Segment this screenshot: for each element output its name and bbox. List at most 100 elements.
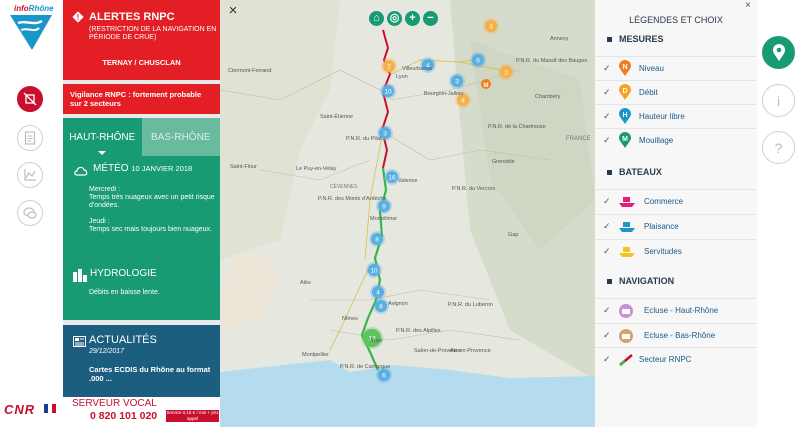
legend-label: Commerce xyxy=(644,197,684,206)
legend-item-commerce[interactable]: ✓ Commerce xyxy=(595,189,757,213)
check-icon[interactable]: ✓ xyxy=(603,111,611,122)
newspaper-icon xyxy=(73,336,86,347)
map-label-pnr-camargue: P.N.R. de Camargue xyxy=(340,364,390,370)
cluster-marker-blue-count: 8 xyxy=(375,237,379,244)
check-icon[interactable]: ✓ xyxy=(603,63,611,74)
news-title: ACTUALITÉS xyxy=(89,334,157,346)
legend-item-servitudes[interactable]: ✓ Servitudes xyxy=(595,239,757,263)
locate-icon[interactable]: ◎ xyxy=(387,11,402,26)
check-icon[interactable]: ✓ xyxy=(603,221,611,232)
legend-toggle-button[interactable] xyxy=(762,36,795,69)
secteur-rnpc-icon xyxy=(619,354,633,366)
measure-pin[interactable]: M xyxy=(481,79,491,89)
hydrology-title: HYDROLOGIE xyxy=(90,268,157,279)
debit-pin-icon: D xyxy=(619,84,631,100)
zoom-out-icon[interactable]: − xyxy=(423,11,438,26)
legend-item-debit[interactable]: ✓ D Débit xyxy=(595,80,757,104)
region-tabs: HAUT-RHÔNE BAS-RHÔNE xyxy=(63,118,220,156)
cluster-marker-blue-count: 10 xyxy=(384,89,392,96)
cluster-marker-orange-count: 4 xyxy=(461,98,465,105)
documents-button[interactable] xyxy=(17,125,43,151)
map-label-valence: Valence xyxy=(398,178,417,184)
legend-item-ecluse-bas[interactable]: ✓ Ecluse - Bas-Rhône xyxy=(595,323,757,347)
home-icon[interactable]: ⌂ xyxy=(369,11,384,26)
legend-item-mouillage[interactable]: ✓ M Mouillage xyxy=(595,128,757,152)
svg-text:H: H xyxy=(622,112,627,119)
legend-close-button[interactable]: × xyxy=(745,0,751,11)
legend-item-ecluse-haut[interactable]: ✓ Ecluse - Haut-Rhône xyxy=(595,298,757,322)
tab-bas-rhone[interactable]: BAS-RHÔNE xyxy=(141,118,220,156)
legend-label: Servitudes xyxy=(644,247,682,256)
voice-server-number[interactable]: 0 820 101 020 xyxy=(90,410,157,422)
news-text[interactable]: Cartes ECDIS du Rhône au format .000 ... xyxy=(89,365,219,383)
cluster-marker-orange-count: 3 xyxy=(504,70,508,77)
news-card[interactable]: ACTUALITÉS 29/12/2017 Cartes ECDIS du Rh… xyxy=(63,325,220,397)
map-label-avignon: Avignon xyxy=(388,301,408,307)
cluster-marker-blue-count: 9 xyxy=(382,204,386,211)
map-label-bourgoin: Bourgoin-Jallieu xyxy=(424,91,463,97)
legend-item-niveau[interactable]: ✓ N Niveau xyxy=(595,56,757,80)
svg-text:D: D xyxy=(622,88,627,95)
ecluse-haut-icon xyxy=(619,304,633,318)
voice-server-title: SERVEUR VOCAL xyxy=(72,398,157,409)
cluster-marker-orange-count: 3 xyxy=(489,24,493,31)
alert-subtitle: (RESTRICTION DE LA NAVIGATION EN PÉRIODE… xyxy=(89,26,217,41)
map-close-button[interactable]: × xyxy=(226,3,240,18)
legend-label: Ecluse - Haut-Rhône xyxy=(644,306,719,315)
map-label-pnr-bauges: P.N.R. du Massif des Bauges xyxy=(516,58,587,64)
zoom-in-icon[interactable]: + xyxy=(405,11,420,26)
hauteur-pin-icon: H xyxy=(619,108,631,124)
check-icon[interactable]: ✓ xyxy=(603,135,611,146)
app: infoRhône CNR ! ALERTES RNPC (RESTRICTIO… xyxy=(0,0,800,427)
map-label-aix: Aix-en-Provence xyxy=(450,348,491,354)
check-icon[interactable]: ✓ xyxy=(603,305,611,316)
svg-text:M: M xyxy=(484,83,489,89)
hydrology-bars-icon xyxy=(73,269,87,282)
cluster-marker-blue-count: 6 xyxy=(382,373,386,380)
check-icon[interactable]: ✓ xyxy=(603,196,611,207)
help-button[interactable]: ? xyxy=(762,131,795,164)
check-icon[interactable]: ✓ xyxy=(603,354,611,365)
help-icon: ? xyxy=(774,139,783,156)
alerts-button[interactable] xyxy=(17,86,43,112)
legend-item-plaisance[interactable]: ✓ Plaisance xyxy=(595,214,757,238)
right-rail: i ? xyxy=(757,0,800,427)
info-button[interactable]: i xyxy=(762,84,795,117)
map-label-pnr-alpilles: P.N.R. des Alpilles xyxy=(396,328,441,334)
chat-icon xyxy=(23,207,37,219)
cluster-marker-blue-count: 3 xyxy=(383,131,387,138)
alert-location: TERNAY / CHUSCLAN xyxy=(102,58,181,67)
cluster-marker-blue-count: 6 xyxy=(476,58,480,65)
language-flag-icon[interactable] xyxy=(44,404,56,413)
legend-label: Hauteur libre xyxy=(639,112,685,121)
left-rail: infoRhône CNR xyxy=(0,0,63,427)
cluster-marker-blue-count: 16 xyxy=(388,175,396,182)
legend-item-hauteur-libre[interactable]: ✓ H Hauteur libre xyxy=(595,104,757,128)
map-label-clermont: Clermont-Ferrand xyxy=(228,68,271,74)
chart-icon xyxy=(24,169,36,181)
map-view[interactable]: 4 6 3 10 3 16 9 8 10 4 8 6 3 2 4 3 13 M Lyon Villeurbann… xyxy=(220,0,595,427)
check-icon[interactable]: ✓ xyxy=(603,87,611,98)
map-canvas[interactable]: 463103169810486324313 M Lyon Villeurbann… xyxy=(220,0,595,427)
legend-label: Plaisance xyxy=(644,222,679,231)
map-label-chambery: Chambéry xyxy=(535,94,561,100)
legend-item-secteur-rnpc[interactable]: ✓ Secteur RNPC xyxy=(595,347,757,371)
legend-label: Mouillage xyxy=(639,136,674,145)
legend-section-navigation: NAVIGATION xyxy=(607,276,674,286)
map-tools: ⌂ ◎ + − xyxy=(369,11,438,26)
map-label-villeurbanne: Villeurbanne xyxy=(402,66,432,72)
check-icon[interactable]: ✓ xyxy=(603,246,611,257)
check-icon[interactable]: ✓ xyxy=(603,330,611,341)
warning-icon: ! xyxy=(72,11,84,23)
cnr-logo[interactable]: CNR xyxy=(4,402,35,417)
commerce-boat-icon xyxy=(619,197,635,207)
vigilance-banner[interactable]: Vigilance RNPC : fortement probable sur … xyxy=(63,84,220,114)
statistics-button[interactable] xyxy=(17,162,43,188)
alert-card[interactable]: ! ALERTES RNPC (RESTRICTION DE LA NAVIGA… xyxy=(63,0,220,80)
legend-panel: × LÉGENDES ET CHOIX MESURES ✓ N Niveau ✓… xyxy=(595,0,757,427)
map-label-france: FRANCE xyxy=(566,136,591,142)
map-label-pnr-chartreuse: P.N.R. de la Chartreuse xyxy=(488,124,546,130)
map-label-arles: Arles xyxy=(370,338,383,344)
cluster-marker-blue-count: 10 xyxy=(370,268,378,275)
contact-button[interactable] xyxy=(17,200,43,226)
